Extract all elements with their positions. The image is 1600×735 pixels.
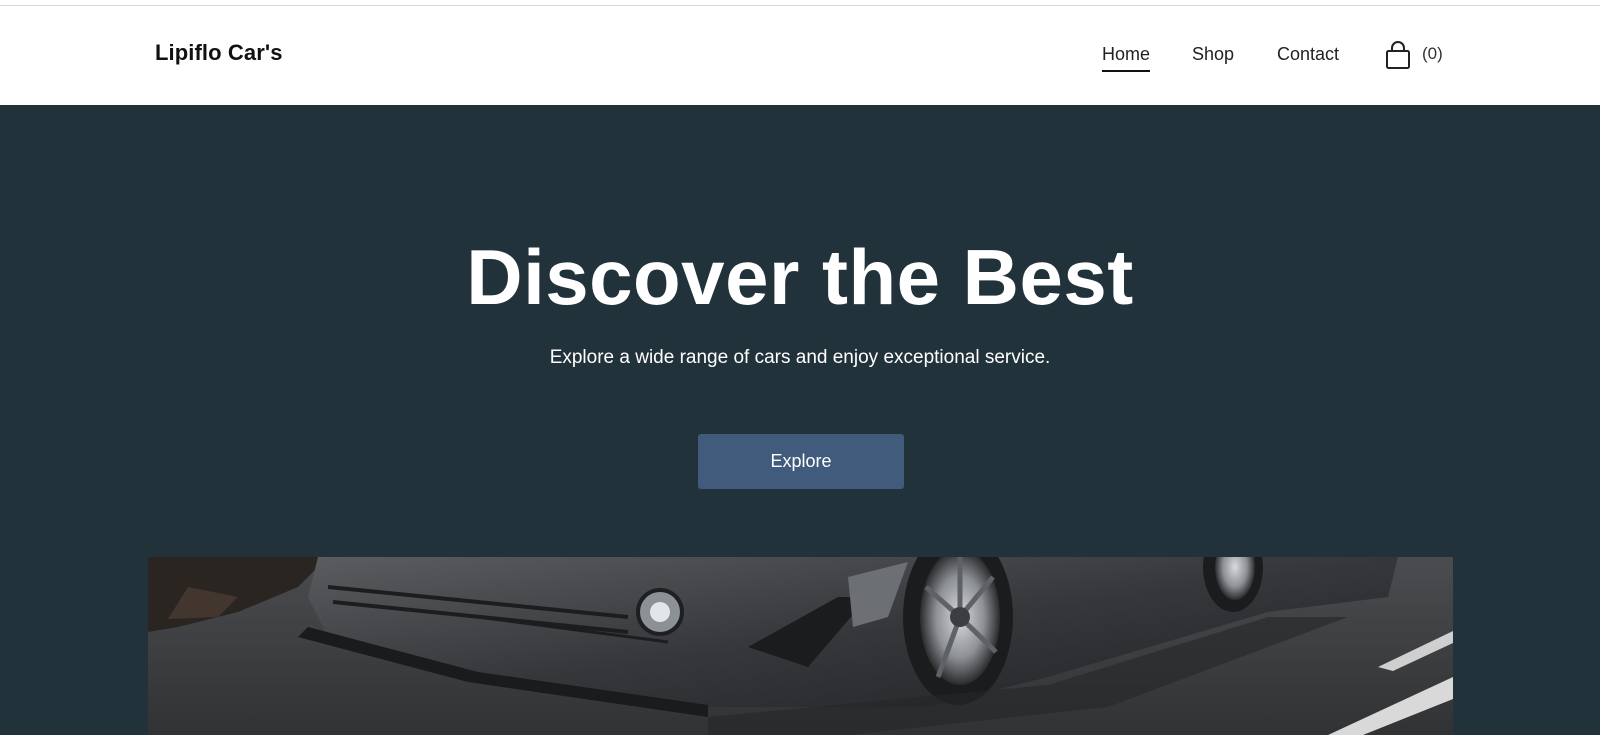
nav-link-home[interactable]: Home: [1102, 44, 1151, 72]
cart-button[interactable]: (0): [1384, 40, 1443, 70]
explore-button[interactable]: Explore: [698, 434, 904, 489]
cart-count: (0): [1422, 44, 1443, 63]
hero-title: Discover the Best: [466, 233, 1134, 321]
hero-car-image: [148, 557, 1453, 735]
shopping-bag-icon: [1384, 40, 1412, 70]
site-header: Lipiflo Car's Home Shop Contact (0): [0, 6, 1600, 105]
hero-section: Discover the Best Explore a wide range o…: [0, 105, 1600, 735]
nav-link-contact[interactable]: Contact: [1277, 44, 1339, 65]
nav-link-shop[interactable]: Shop: [1192, 44, 1234, 65]
brand-logo[interactable]: Lipiflo Car's: [155, 40, 283, 66]
hero-subtitle: Explore a wide range of cars and enjoy e…: [549, 347, 1051, 368]
